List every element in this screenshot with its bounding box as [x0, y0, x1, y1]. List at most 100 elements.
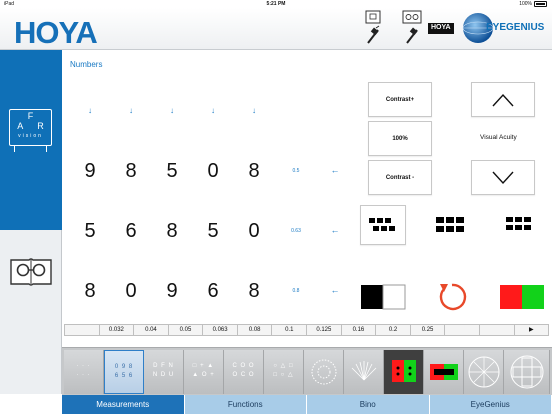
down-arrow-col-3[interactable]: ↓: [167, 106, 177, 115]
chart-toolbar: · · · · · · 0 9 8 6 5 6 D F N N D U □ + …: [62, 347, 552, 395]
acuity-cell[interactable]: 0.08: [236, 324, 273, 336]
acuity-cell[interactable]: 0.05: [167, 324, 204, 336]
acuity-next-button[interactable]: ▶: [513, 324, 550, 336]
chart-digit[interactable]: 6: [121, 220, 141, 243]
left-sidebar: F A R vision: [0, 50, 62, 394]
near-vision-book-icon[interactable]: [9, 254, 53, 288]
tool-line: □ + ▲: [192, 363, 215, 369]
reading-plug-icon[interactable]: [402, 10, 422, 46]
black-white-contrast-icon[interactable]: [360, 283, 406, 311]
chart-stand-icon: [14, 146, 47, 152]
tool-cross-cylinder[interactable]: [504, 350, 550, 394]
tab-measurements[interactable]: Measurements: [62, 395, 185, 414]
tool-line: ○ △ □: [273, 363, 294, 369]
hoya-logo: HOYA: [14, 15, 98, 50]
tool-numbers[interactable]: 0 9 8 6 5 6: [104, 350, 144, 394]
contrast-plus-label: Contrast+: [385, 97, 415, 103]
tool-line: 6 5 6: [114, 373, 134, 379]
column-mode-icon[interactable]: [501, 213, 537, 237]
row-acuity-label: 0.5: [292, 168, 300, 174]
chart-digit[interactable]: 6: [203, 280, 223, 303]
tool-line: 0 9 8: [114, 364, 134, 370]
chart-digit[interactable]: 8: [162, 220, 182, 243]
eyegenius-small-brand: HOYA: [431, 24, 451, 31]
acuity-cell[interactable]: 0.1: [271, 324, 308, 336]
eyegenius-brand: EYEGENIUS: [486, 22, 545, 33]
tool-dots[interactable]: · · · · · ·: [64, 350, 104, 394]
row-select-arrow[interactable]: ←: [328, 225, 342, 235]
acuity-cell[interactable]: 0.125: [306, 324, 342, 336]
acuity-up-button[interactable]: [471, 82, 535, 117]
far-icon-letter-f: F: [27, 111, 34, 121]
red-green-test-icon[interactable]: [499, 283, 545, 311]
chart-digit[interactable]: 9: [80, 160, 100, 183]
clock: 5:21 PM: [266, 1, 286, 7]
chart-digit[interactable]: 5: [80, 220, 100, 243]
chart-digit[interactable]: 8: [244, 280, 264, 303]
acuity-cell[interactable]: [444, 324, 480, 336]
full-chart-mode-icon[interactable]: [433, 213, 469, 237]
acuity-cell[interactable]: 0.2: [375, 324, 411, 336]
tool-sunburst[interactable]: [344, 350, 384, 394]
tool-line: · · ·: [76, 363, 91, 369]
red-green-dots-icon: [392, 360, 416, 382]
acuity-cell[interactable]: 0.063: [202, 324, 238, 336]
down-arrow-col-1[interactable]: ↓: [85, 106, 95, 115]
down-arrow-col-4[interactable]: ↓: [208, 106, 218, 115]
chevron-down-icon: [492, 171, 514, 185]
sunburst-icon: [351, 361, 377, 381]
tool-letters[interactable]: D F N N D U: [144, 350, 184, 394]
row-acuity-label: 0.63: [291, 228, 301, 234]
chart-digit[interactable]: 5: [203, 220, 223, 243]
tool-landolt[interactable]: C O O O C O: [224, 350, 264, 394]
battery-percent: 100%: [519, 1, 532, 7]
reset-icon[interactable]: [434, 279, 470, 315]
down-arrow-col-2[interactable]: ↓: [126, 106, 136, 115]
battery-icon: [534, 1, 547, 7]
tool-red-green-bars[interactable]: [424, 350, 464, 394]
chart-digit[interactable]: 8: [121, 160, 141, 183]
bottom-tab-bar: Measurements Functions Bino EyeGenius: [62, 395, 552, 414]
tool-fan-chart[interactable]: [464, 350, 504, 394]
contrast-value-button[interactable]: 100%: [368, 121, 432, 156]
tab-bino[interactable]: Bino: [307, 395, 430, 414]
chart-digit[interactable]: 5: [162, 160, 182, 183]
tool-line: · · ·: [76, 372, 91, 378]
acuity-cell[interactable]: 0.04: [133, 324, 169, 336]
fan-chart-icon: [468, 356, 500, 388]
contrast-value-label: 100%: [392, 136, 408, 142]
acuity-cell[interactable]: 0.25: [409, 324, 446, 336]
tool-astigmatism-dot[interactable]: [304, 350, 344, 394]
chart-digit[interactable]: 0: [203, 160, 223, 183]
acuity-cell[interactable]: 0.032: [98, 324, 135, 336]
row-select-arrow[interactable]: ←: [328, 165, 342, 175]
cross-icon: [510, 355, 544, 389]
chart-digit[interactable]: 9: [162, 280, 182, 303]
single-row-mode-button[interactable]: [360, 205, 406, 245]
far-vision-button[interactable]: F A R vision: [0, 50, 62, 230]
contrast-minus-label: Contrast -: [385, 175, 415, 181]
tab-functions[interactable]: Functions: [184, 395, 307, 414]
tool-symbols[interactable]: □ + ▲ ▲ O +: [184, 350, 224, 394]
tool-line: N D U: [152, 372, 175, 378]
tool-red-green-dots[interactable]: [384, 350, 424, 394]
tool-shapes[interactable]: ○ △ □ □ ○ △: [264, 350, 304, 394]
chart-digit[interactable]: 8: [80, 280, 100, 303]
down-arrow-col-5[interactable]: ↓: [249, 106, 259, 115]
acuity-cell[interactable]: 0.16: [340, 324, 377, 336]
tab-eyegenius[interactable]: EyeGenius: [429, 395, 552, 414]
eyegenius-logo: HOYA EYEGENIUS: [428, 11, 546, 45]
tool-line: □ ○ △: [273, 372, 294, 378]
acuity-cell[interactable]: [478, 324, 515, 336]
chart-digit[interactable]: 8: [244, 160, 264, 183]
contrast-minus-button[interactable]: Contrast -: [368, 160, 432, 195]
row-select-arrow[interactable]: ←: [328, 285, 342, 295]
chevron-up-icon: [492, 93, 514, 107]
display-plug-icon[interactable]: [364, 10, 382, 46]
chart-digit[interactable]: 0: [244, 220, 264, 243]
contrast-plus-button[interactable]: Contrast+: [368, 82, 432, 117]
chart-digit[interactable]: 0: [121, 280, 141, 303]
red-green-bars-icon: [430, 364, 458, 380]
acuity-down-button[interactable]: [471, 160, 535, 195]
acuity-cell[interactable]: [64, 324, 100, 336]
